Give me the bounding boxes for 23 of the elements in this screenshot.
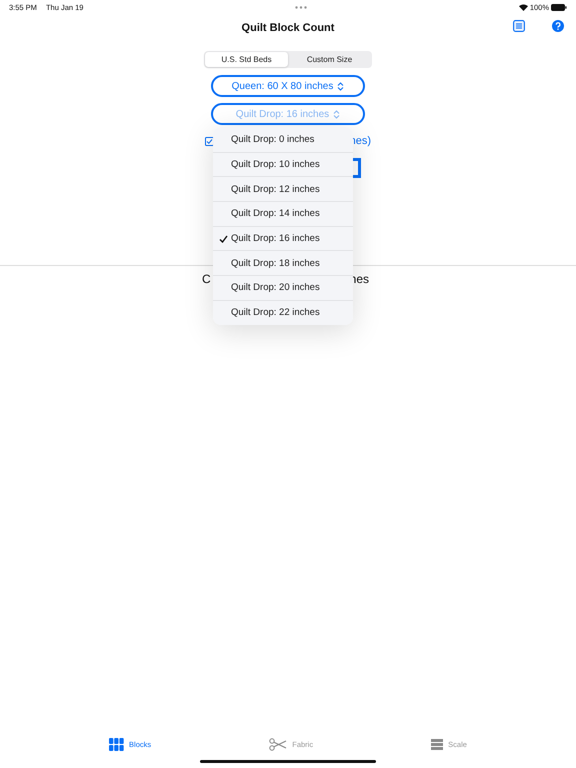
bed-size-button[interactable]: Queen: 60 X 80 inches: [211, 75, 365, 97]
scissors-icon: [269, 738, 288, 751]
segment-tab[interactable]: U.S. Std Beds: [205, 52, 288, 67]
wifi-icon: [518, 4, 528, 10]
menu-item[interactable]: Quilt Drop: 22 inches: [213, 300, 353, 324]
segment-tab[interactable]: Custom Size: [288, 52, 371, 67]
menu-item[interactable]: Quilt Drop: 10 inches: [213, 152, 353, 176]
more-dots-icon: [295, 6, 308, 8]
chevron-icon: [337, 82, 344, 90]
window-title: Quilt Block Count: [242, 22, 334, 34]
chevron-icon: [333, 110, 340, 118]
list-icon[interactable]: [513, 20, 525, 32]
bars-icon: [431, 739, 444, 750]
result-text: C: [202, 272, 211, 286]
menu-item[interactable]: Quilt Drop: 20 inches: [213, 275, 353, 300]
help-icon[interactable]: [552, 20, 564, 32]
menu-item[interactable]: Quilt Drop: 18 inches: [213, 250, 353, 276]
menu-item[interactable]: Quilt Drop: 14 inches: [213, 201, 353, 226]
grid-icon: [109, 738, 124, 751]
battery-icon: [551, 4, 567, 10]
checkbox-icon[interactable]: [205, 136, 214, 146]
menu-item[interactable]: Quilt Drop: 16 inches: [213, 226, 353, 250]
menu-item[interactable]: Quilt Drop: 12 inches: [213, 176, 353, 202]
